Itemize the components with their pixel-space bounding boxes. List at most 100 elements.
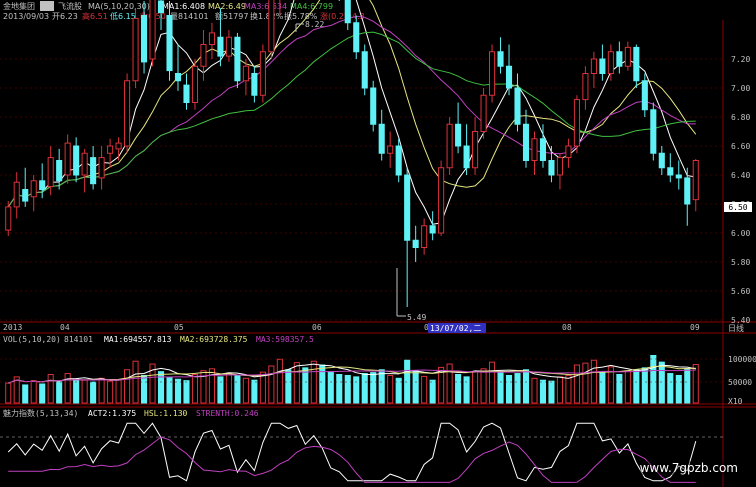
volume-bar bbox=[497, 372, 504, 404]
volume-bar bbox=[208, 368, 215, 404]
quote-volume: 量814101 bbox=[170, 12, 209, 21]
vol-tick-100000: 100000 bbox=[728, 355, 756, 364]
candle-body bbox=[497, 51, 504, 67]
volume-bar bbox=[166, 376, 173, 404]
ma-params: MA(5,10,20,30) bbox=[88, 2, 150, 11]
candle-body bbox=[115, 142, 122, 150]
low-label: 5.49 bbox=[407, 313, 426, 322]
candle bbox=[370, 80, 377, 132]
candle-body bbox=[217, 36, 224, 57]
candle-body bbox=[480, 94, 487, 132]
candle-body bbox=[565, 145, 572, 159]
vol-unit: X10 bbox=[728, 397, 743, 406]
candle-body bbox=[39, 180, 46, 191]
date-label-08: 08 bbox=[562, 323, 572, 332]
volume-bar bbox=[141, 374, 148, 404]
volume-bar bbox=[472, 371, 479, 404]
volume-bar bbox=[81, 379, 88, 404]
volume-bar bbox=[412, 370, 419, 404]
ma2-value: MA2:6.49 bbox=[208, 2, 246, 11]
volume-bar bbox=[539, 379, 547, 404]
candle-body bbox=[124, 80, 131, 147]
candle-body bbox=[166, 15, 173, 72]
candle-body bbox=[191, 65, 199, 103]
candle-body bbox=[548, 160, 555, 176]
candle-body bbox=[667, 167, 674, 176]
candle-body bbox=[149, 0, 156, 60]
volume-bar bbox=[590, 359, 597, 404]
candle-body bbox=[242, 65, 249, 82]
high-label: 8.22 bbox=[305, 20, 324, 29]
candle-body bbox=[675, 174, 682, 179]
candle-body bbox=[344, 0, 351, 24]
candle-body bbox=[157, 0, 165, 14]
quote-turnover: 换1.82% bbox=[250, 11, 284, 21]
candle bbox=[489, 44, 496, 103]
volume-bar bbox=[378, 369, 385, 404]
ma3-value: MA3:6.634 bbox=[244, 2, 287, 11]
volume-bar bbox=[616, 374, 623, 404]
candle-body bbox=[370, 87, 377, 125]
candle-body bbox=[522, 123, 530, 161]
volume-bar bbox=[370, 372, 377, 404]
ind-act2: ACT2:1.375 bbox=[88, 409, 136, 418]
candle bbox=[124, 73, 131, 154]
candle bbox=[573, 95, 580, 154]
candle bbox=[438, 160, 445, 236]
volume-bar bbox=[327, 371, 334, 404]
vol-ma2: MA2:693728.375 bbox=[180, 335, 248, 344]
volume-bar bbox=[429, 379, 436, 404]
candle-body bbox=[22, 189, 29, 202]
vol-value: 814101 bbox=[64, 335, 93, 344]
date-label-06: 06 bbox=[312, 323, 322, 332]
volume-bar bbox=[107, 380, 114, 404]
candle bbox=[480, 88, 487, 139]
candle-body bbox=[404, 174, 411, 241]
volume-bar bbox=[675, 374, 682, 404]
volume-bar bbox=[64, 373, 71, 404]
candle-body bbox=[225, 36, 232, 57]
candle-body bbox=[56, 160, 63, 182]
candle-body bbox=[684, 177, 691, 205]
volume-bar bbox=[47, 374, 54, 404]
volume-bar bbox=[22, 384, 29, 404]
watermark: www.7gpzb.com bbox=[639, 461, 738, 475]
candle-body bbox=[412, 239, 419, 248]
price-tick-label: 5.80 bbox=[731, 258, 750, 267]
candle bbox=[268, 0, 275, 59]
vol-ma1: MA1:694557.813 bbox=[104, 335, 172, 344]
volume-bar bbox=[276, 358, 283, 404]
volume-bar bbox=[522, 369, 530, 404]
candle-body bbox=[13, 181, 20, 208]
volume-bar bbox=[489, 361, 496, 404]
candle bbox=[149, 0, 156, 67]
candle-body bbox=[387, 145, 394, 154]
volume-bar bbox=[302, 367, 309, 404]
candle bbox=[259, 44, 266, 103]
candle-body bbox=[208, 32, 215, 46]
volume-bar bbox=[73, 378, 80, 404]
volume-bar bbox=[658, 361, 665, 404]
candle-body bbox=[234, 36, 241, 82]
date-label-04: 04 bbox=[60, 323, 70, 332]
candle-body bbox=[446, 123, 453, 169]
ma4-value: MA4:6.799 bbox=[290, 2, 333, 11]
candle-body bbox=[64, 142, 71, 176]
volume-bar bbox=[191, 374, 199, 404]
candle-body bbox=[582, 73, 589, 101]
volume-bar bbox=[421, 375, 428, 404]
volume-bar bbox=[353, 376, 360, 404]
candle-body bbox=[539, 138, 547, 161]
candle-body bbox=[141, 15, 148, 63]
candle-body bbox=[200, 44, 207, 67]
period-button[interactable] bbox=[40, 1, 54, 11]
candle-body bbox=[455, 123, 462, 147]
volume-bar bbox=[90, 381, 97, 404]
volume-bar bbox=[115, 379, 122, 404]
volume-bar bbox=[463, 376, 470, 404]
ind-hsl: HSL:1.130 bbox=[144, 409, 188, 418]
volume-bar bbox=[124, 369, 131, 404]
candle-body bbox=[624, 46, 631, 67]
volume-bar bbox=[684, 368, 691, 404]
indicator-name: 飞流股 bbox=[58, 1, 82, 11]
